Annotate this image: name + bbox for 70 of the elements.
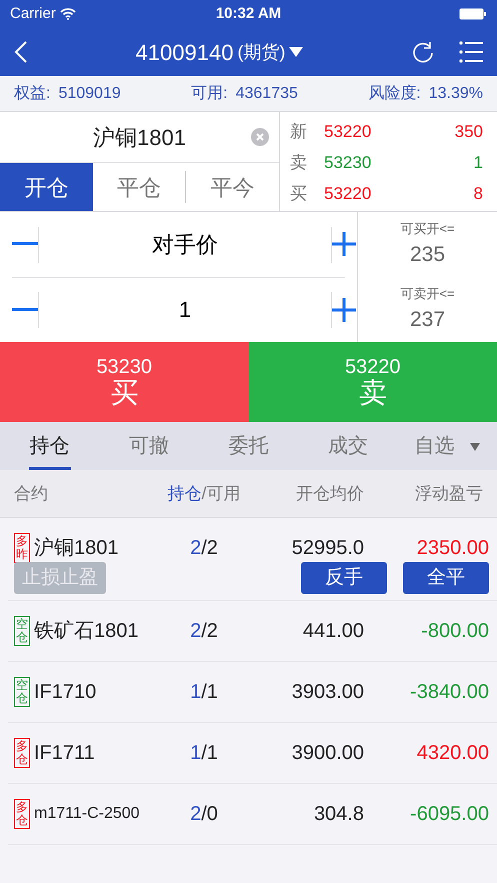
hold-available: 2/0 — [190, 803, 218, 825]
limit-label: 可买开<= — [400, 220, 455, 238]
floating-pnl: -6095.00 — [410, 803, 489, 825]
quote-price: 53220 — [324, 120, 372, 143]
floating-pnl: 2350.00 — [416, 537, 489, 559]
menu-icon[interactable] — [459, 41, 483, 63]
info-value: 13.39% — [428, 84, 483, 104]
info-label: 可用: — [191, 84, 228, 104]
info-value: 5109019 — [58, 84, 121, 104]
contract-name: IF1711 — [34, 741, 95, 766]
contract-name: 沪铜1801 — [34, 536, 118, 561]
action-button[interactable]: 全平 — [403, 562, 489, 594]
column-header: 合约 — [14, 482, 49, 505]
floating-pnl: 4320.00 — [416, 742, 489, 764]
floating-pnl: -800.00 — [421, 620, 489, 642]
contract-field[interactable]: 沪铜1801 — [0, 120, 279, 154]
hold-available: 1/1 — [190, 742, 218, 764]
quote-label: 买 — [290, 182, 308, 205]
clock-time: 10:32 AM — [216, 4, 282, 24]
quote-volume: 8 — [474, 182, 483, 205]
avg-price: 304.8 — [314, 803, 364, 825]
limit-value: 235 — [410, 242, 446, 268]
position-tab[interactable]: 持仓 — [0, 422, 100, 470]
contract-name: m1711-C-2500 — [34, 804, 140, 824]
price-field[interactable]: 对手价 — [38, 226, 332, 262]
minus-icon[interactable] — [12, 242, 38, 246]
quote-price: 53220 — [324, 182, 372, 205]
back-icon[interactable] — [14, 41, 28, 63]
position-badge: 多仓 — [14, 738, 30, 768]
contract-name: IF1710 — [34, 680, 96, 705]
position-badge: 多仓 — [14, 799, 30, 829]
avg-price: 441.00 — [302, 620, 364, 642]
quote-volume: 350 — [454, 120, 483, 143]
info-label: 权益: — [14, 84, 50, 104]
avg-price: 3900.00 — [292, 742, 364, 764]
limit-label: 可卖开<= — [400, 285, 455, 303]
floating-pnl: -3840.00 — [410, 681, 489, 703]
avg-price: 52995.0 — [292, 537, 364, 559]
dropdown-icon[interactable] — [470, 442, 480, 451]
info-label: 风险度: — [368, 84, 421, 104]
column-header: 开仓均价 — [295, 482, 364, 505]
column-header: 浮动盈亏 — [414, 482, 483, 505]
position-badge: 空仓 — [14, 616, 30, 646]
limit-value: 237 — [410, 306, 446, 332]
minus-icon[interactable] — [12, 308, 38, 312]
quote-volume: 1 — [474, 152, 483, 174]
caret-icon[interactable] — [289, 47, 304, 57]
quote-price: 53230 — [324, 152, 372, 174]
contract-name: 铁矿石1801 — [34, 619, 138, 644]
plus-icon[interactable] — [332, 298, 356, 322]
hold-available: 2/2 — [190, 537, 218, 559]
wifi-icon — [60, 8, 76, 20]
account-title[interactable]: 41009140 — [136, 36, 234, 68]
quantity-field[interactable]: 1 — [38, 292, 332, 328]
column-header: 持仓/可用 — [166, 482, 242, 505]
position-badge: 空仓 — [14, 677, 30, 707]
refresh-icon[interactable] — [411, 40, 435, 64]
action-button[interactable]: 反手 — [301, 562, 387, 594]
order-tab[interactable]: 开仓 — [0, 163, 93, 211]
quote-label: 新 — [290, 120, 308, 143]
account-type[interactable]: (期货) — [237, 38, 286, 66]
buy-button[interactable]: 53230 买 — [0, 342, 248, 422]
plus-icon[interactable] — [332, 232, 356, 256]
hold-available: 1/1 — [190, 681, 218, 703]
hold-available: 2/2 — [190, 620, 218, 642]
avg-price: 3903.00 — [292, 681, 364, 703]
info-value: 4361735 — [236, 84, 298, 104]
carrier-name: Carrier — [10, 4, 56, 24]
battery-icon — [459, 8, 487, 20]
quote-label: 卖 — [290, 152, 308, 174]
